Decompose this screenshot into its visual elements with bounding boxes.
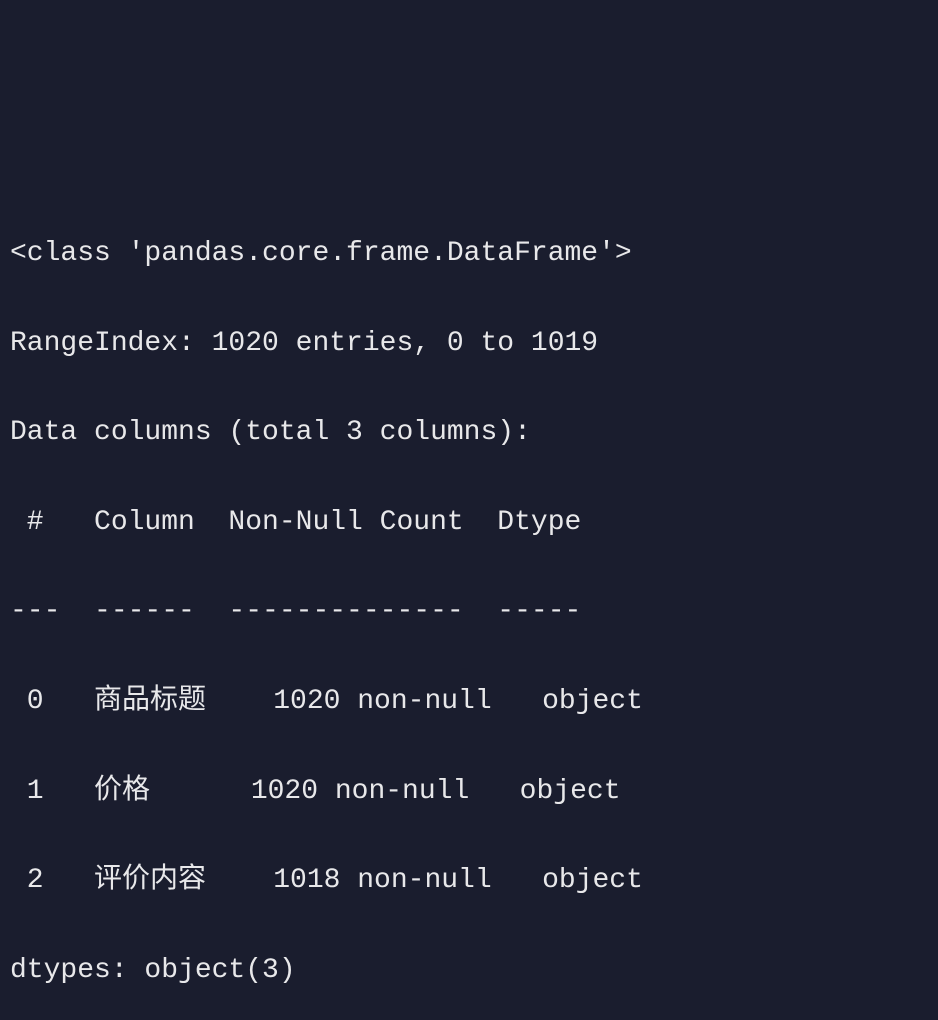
column-header-row: # Column Non-Null Count Dtype — [10, 501, 928, 546]
data-columns-header: Data columns (total 3 columns): — [10, 411, 928, 456]
range-index-line: RangeIndex: 1020 entries, 0 to 1019 — [10, 322, 928, 367]
terminal-output: <class 'pandas.core.frame.DataFrame'> Ra… — [10, 187, 928, 1020]
table-row: 2 评价内容 1018 non-null object — [10, 859, 928, 904]
dtypes-line: dtypes: object(3) — [10, 949, 928, 994]
class-line: <class 'pandas.core.frame.DataFrame'> — [10, 232, 928, 277]
separator-row: --- ------ -------------- ----- — [10, 590, 928, 635]
table-row: 1 价格 1020 non-null object — [10, 770, 928, 815]
table-row: 0 商品标题 1020 non-null object — [10, 680, 928, 725]
